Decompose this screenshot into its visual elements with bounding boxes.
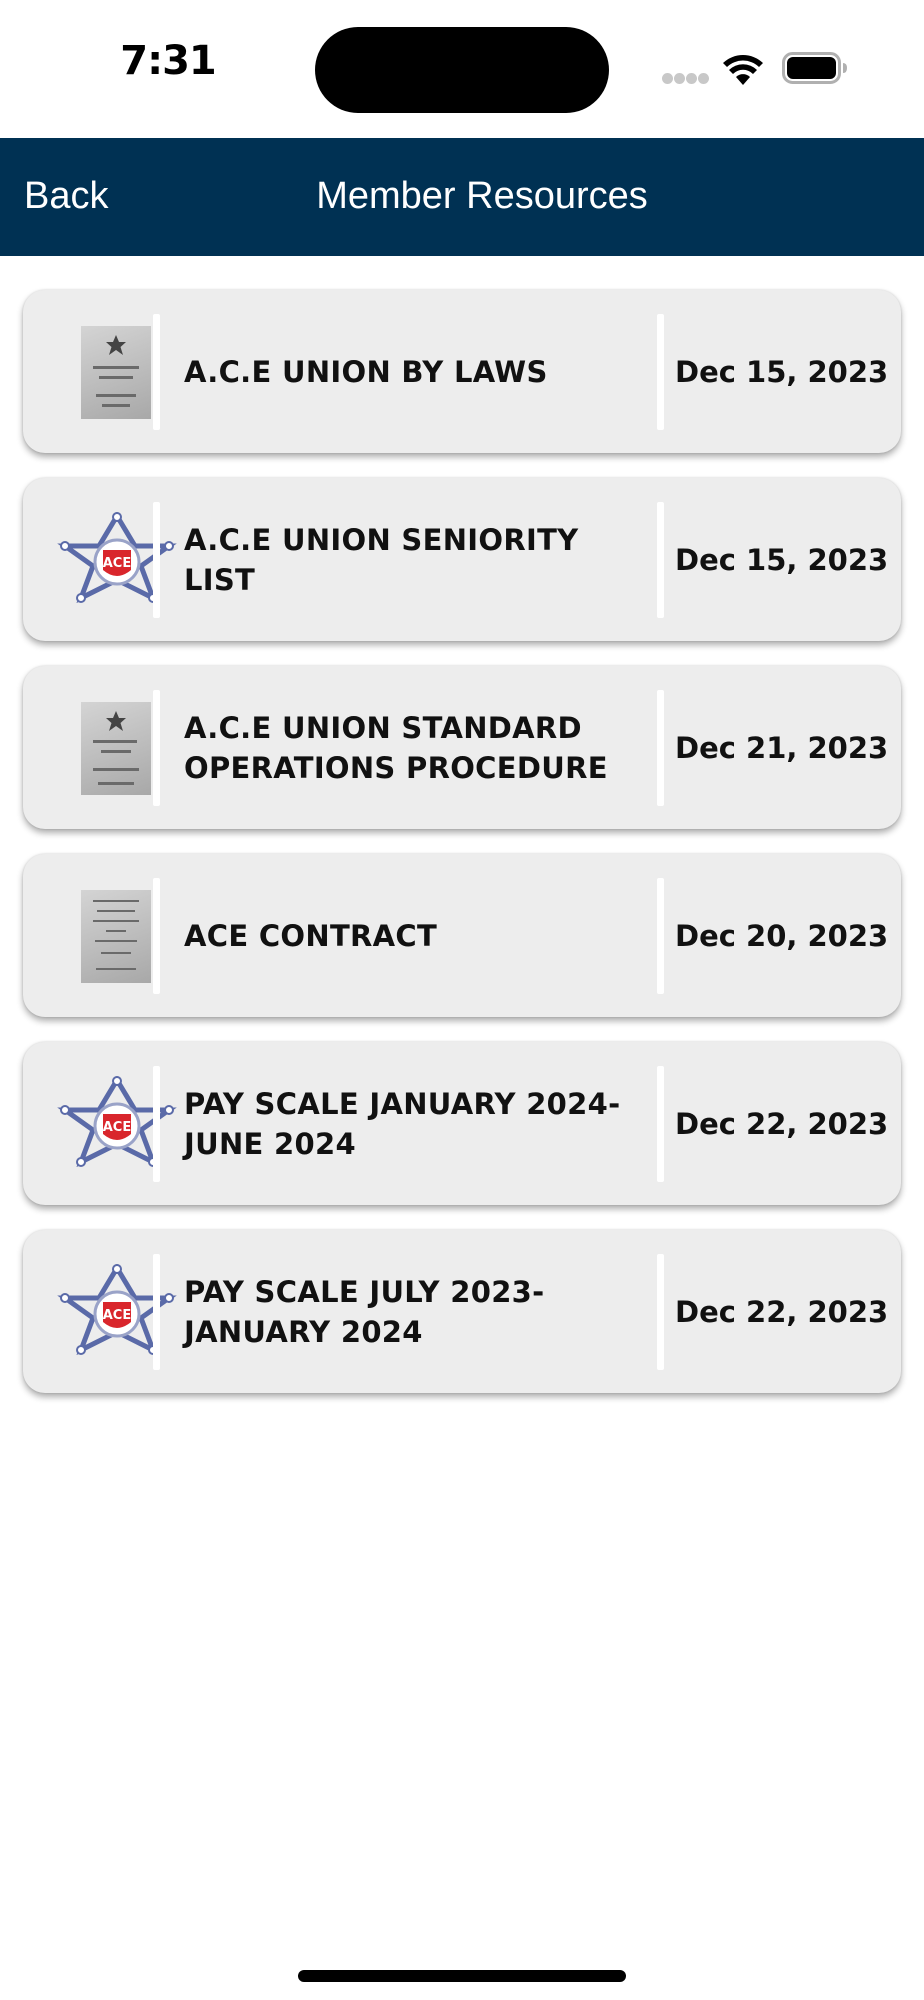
resource-title: PAY SCALE JANUARY 2024-JUNE 2024 [184, 1086, 621, 1161]
list-item[interactable]: ACE PAY SCALE JULY 2023-JANUARY 2024 Dec… [23, 1230, 901, 1393]
list-item[interactable]: ACE CONTRACT Dec 20, 2023 [23, 854, 901, 1017]
divider [153, 314, 160, 430]
resource-title: ACE CONTRACT [184, 918, 438, 953]
home-indicator[interactable] [298, 1970, 626, 1982]
divider [657, 878, 664, 994]
svg-text:ACE: ACE [103, 556, 131, 571]
list-item[interactable]: A.C.E UNION STANDARD OPERATIONS PROCEDUR… [23, 666, 901, 829]
nav-bar: Back Member Resources [0, 138, 924, 256]
resource-title: A.C.E UNION SENIORITY LIST [184, 522, 579, 597]
status-time: 7:31 [120, 38, 217, 84]
divider [153, 690, 160, 806]
dynamic-island [315, 27, 609, 113]
status-bar: 7:31 [0, 0, 924, 138]
resource-title: A.C.E UNION STANDARD OPERATIONS PROCEDUR… [184, 710, 608, 785]
resource-date: Dec 21, 2023 [675, 730, 889, 765]
resource-date: Dec 20, 2023 [675, 918, 889, 953]
page-title: Member Resources [316, 175, 648, 217]
list-item[interactable]: ACE A.C.E UNION SENIORITY LIST Dec 15, 2… [23, 478, 901, 641]
resource-title: PAY SCALE JULY 2023-JANUARY 2024 [184, 1274, 545, 1349]
cellular-signal-icon [662, 73, 710, 85]
resource-date: Dec 15, 2023 [675, 354, 889, 389]
resource-date: Dec 22, 2023 [675, 1294, 889, 1329]
divider [153, 1066, 160, 1182]
svg-text:ACE: ACE [103, 1308, 131, 1323]
divider [657, 502, 664, 618]
divider [153, 1254, 160, 1370]
divider [153, 878, 160, 994]
resource-title: A.C.E UNION BY LAWS [184, 354, 548, 389]
list-item[interactable]: A.C.E UNION BY LAWS Dec 15, 2023 [23, 290, 901, 453]
svg-text:ACE: ACE [103, 1120, 131, 1135]
list-item[interactable]: ACE PAY SCALE JANUARY 2024-JUNE 2024 Dec… [23, 1042, 901, 1205]
resource-date: Dec 15, 2023 [675, 542, 889, 577]
divider [657, 314, 664, 430]
wifi-icon [723, 55, 763, 85]
divider [657, 690, 664, 806]
resource-date: Dec 22, 2023 [675, 1106, 889, 1141]
battery-icon [782, 52, 847, 84]
divider [153, 502, 160, 618]
back-button[interactable]: Back [24, 171, 108, 221]
divider [657, 1254, 664, 1370]
divider [657, 1066, 664, 1182]
